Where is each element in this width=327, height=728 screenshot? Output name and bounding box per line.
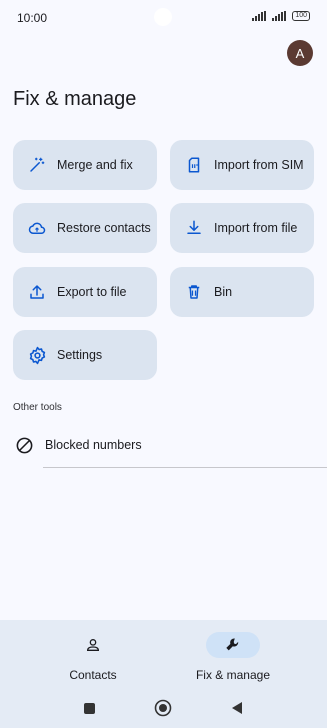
magic-wand-icon — [27, 155, 47, 175]
nav-label-fix-manage: Fix & manage — [195, 668, 271, 682]
restore-contacts-label: Restore contacts — [57, 220, 151, 235]
home-button[interactable] — [153, 698, 173, 718]
settings-button[interactable]: Settings — [13, 330, 157, 380]
block-icon — [14, 435, 34, 455]
nav-label-contacts: Contacts — [69, 668, 117, 682]
signal-icon-2 — [272, 11, 287, 21]
divider — [43, 467, 327, 468]
signal-icon — [252, 11, 267, 21]
export-to-file-label: Export to file — [57, 284, 127, 299]
system-navigation-bar — [0, 694, 327, 722]
merge-and-fix-button[interactable]: Merge and fix — [13, 140, 157, 190]
battery-icon: 100 — [292, 11, 310, 21]
status-time: 10:00 — [17, 11, 48, 25]
account-avatar[interactable]: A — [287, 40, 313, 66]
square-icon — [83, 702, 95, 714]
sim-card-icon — [184, 155, 204, 175]
person-icon — [86, 639, 100, 651]
back-triangle-icon — [232, 702, 242, 714]
recents-button[interactable] — [79, 698, 99, 718]
import-from-sim-button[interactable]: Import from SIM — [170, 140, 314, 190]
export-to-file-button[interactable]: Export to file — [13, 267, 157, 317]
camera-cutout — [154, 8, 172, 26]
bin-label: Bin — [214, 284, 233, 299]
bin-icon — [184, 282, 204, 302]
back-button[interactable] — [227, 698, 247, 718]
blocked-numbers-item[interactable]: Blocked numbers — [0, 424, 327, 466]
blocked-numbers-label: Blocked numbers — [45, 438, 142, 452]
import-from-sim-label: Import from SIM — [214, 157, 304, 172]
gear-icon — [27, 345, 47, 365]
nav-tab-fix-manage[interactable]: Fix & manage — [183, 632, 283, 688]
cloud-restore-icon — [27, 218, 47, 238]
bin-button[interactable]: Bin — [170, 267, 314, 317]
status-icons: 100 — [252, 11, 310, 21]
merge-and-fix-label: Merge and fix — [57, 157, 133, 172]
page-title: Fix & manage — [13, 88, 137, 110]
restore-contacts-button[interactable]: Restore contacts — [13, 203, 157, 253]
wrench-icon — [226, 638, 239, 651]
nav-pill-fix-manage — [206, 632, 260, 658]
import-from-file-button[interactable]: Import from file — [170, 203, 314, 253]
home-circle-icon — [154, 699, 172, 717]
download-icon — [184, 218, 204, 238]
status-bar: 10:00 100 — [0, 0, 327, 34]
nav-pill-contacts — [66, 632, 120, 658]
settings-label: Settings — [57, 347, 103, 362]
other-tools-heading: Other tools — [13, 402, 62, 413]
nav-tab-contacts[interactable]: Contacts — [43, 632, 143, 688]
import-from-file-label: Import from file — [214, 220, 298, 235]
upload-icon — [27, 282, 47, 302]
